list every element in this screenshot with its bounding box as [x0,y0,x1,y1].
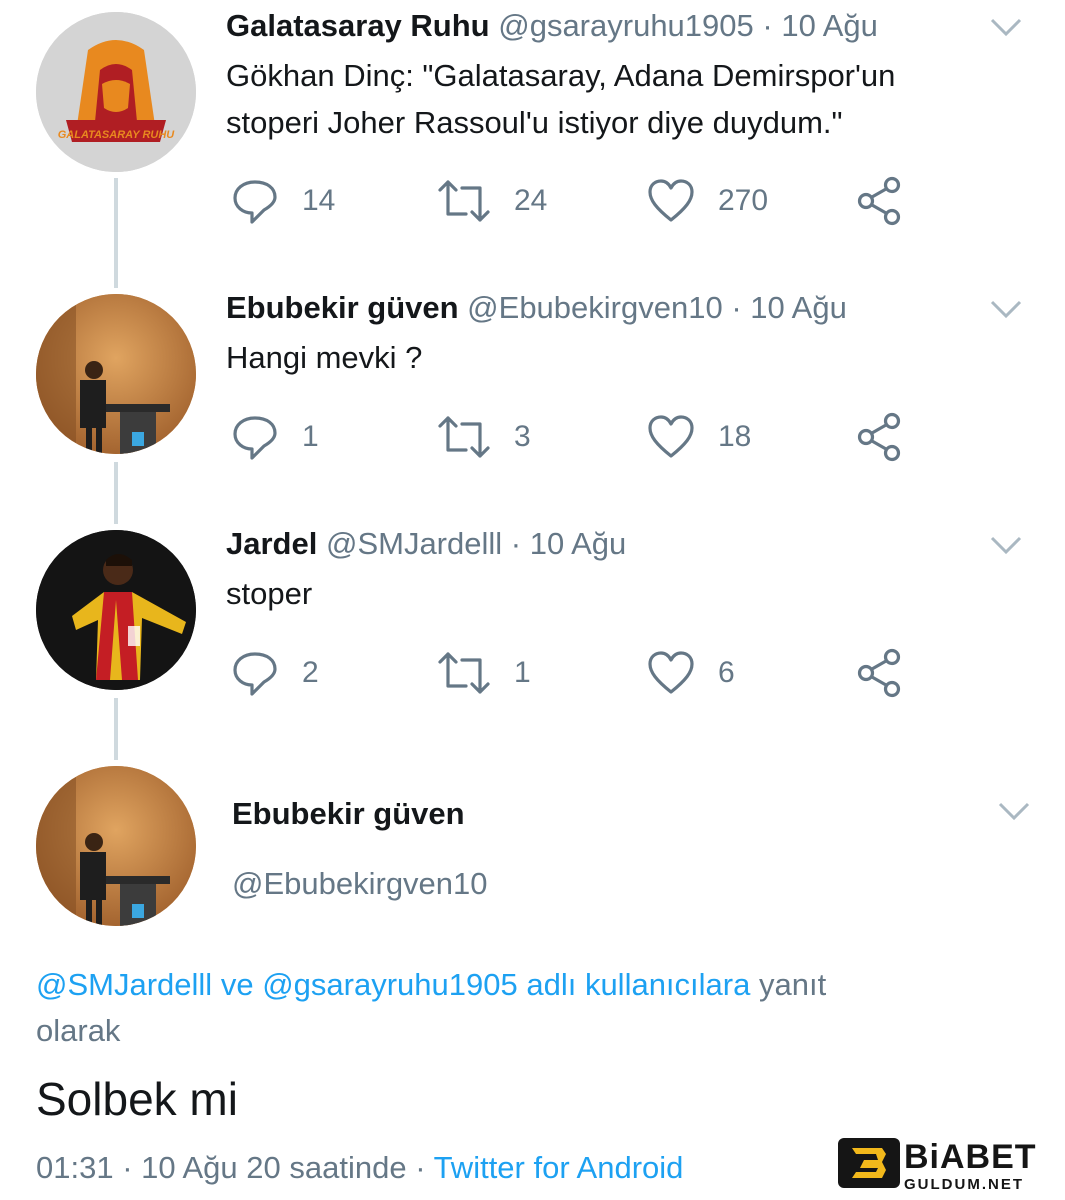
reply-button[interactable]: 1 [230,412,319,462]
reply-context: @SMJardelll ve @gsarayruhu1905 adlı kull… [36,962,1036,1054]
tweet-header: Jardel @SMJardelll · 10 Ağu [226,526,626,562]
tweet-text: stoper [226,570,312,617]
share-icon [857,176,901,226]
retweet-icon [438,180,490,222]
reply-icon [233,180,277,224]
avatar[interactable] [36,294,196,454]
handle[interactable]: @gsarayruhu1905 [498,8,754,43]
tweet-text-line: Hangi mevki ? [226,340,423,375]
timestamp[interactable]: · 10 Ağu [731,290,846,325]
reply-count: 2 [302,656,319,689]
avatar[interactable] [36,530,196,690]
retweet-button[interactable]: 24 [436,176,547,226]
tweet-header: Galatasaray Ruhu @gsarayruhu1905 · 10 Ağ… [226,8,878,44]
player-photo [36,530,196,690]
timestamp[interactable]: · 10 Ağu [762,8,877,43]
like-button[interactable]: 18 [646,412,751,462]
tweet-text-line: Gökhan Dinç: "Galatasaray, Adana Demirsp… [226,58,896,93]
like-button[interactable]: 6 [646,648,735,698]
reply-tail: olarak [36,1013,121,1048]
chevron-down-icon[interactable] [986,294,1026,324]
timestamp[interactable]: · 10 Ağu [511,526,626,561]
tweet-meta: 01:31 · 10 Ağu 20 saatinde · Twitter for… [36,1150,683,1186]
timestamp: 01:31 · 10 Ağu 20 saatinde · [36,1150,426,1185]
speaker-photo [36,766,196,926]
reply-users-link[interactable]: adlı kullanıcılara [526,967,750,1002]
reply-ve: ve [220,967,254,1002]
tweet-text-line: stoperi Joher Rassoul'u istiyor diye duy… [226,105,843,140]
like-count: 270 [718,184,769,217]
retweet-count: 24 [514,184,548,217]
like-button[interactable]: 270 [646,176,768,226]
handle[interactable]: @Ebubekirgven10 [467,290,723,325]
share-button[interactable] [856,648,904,698]
tweet-text-line: stoper [226,576,313,611]
retweet-icon [438,416,490,458]
like-count: 18 [718,420,752,453]
display-name[interactable]: Ebubekir güven [226,290,459,325]
tweet-text: Hangi mevki ? [226,334,422,381]
share-icon [857,648,901,698]
reply-count: 1 [302,420,319,453]
source-link[interactable]: Twitter for Android [434,1150,684,1185]
display-name[interactable]: Jardel [226,526,317,561]
reply-icon [233,652,277,696]
share-icon [857,412,901,462]
share-button[interactable] [856,412,904,462]
watermark: BiABET GULDUM.NET [838,1138,1060,1196]
chevron-down-icon[interactable] [986,12,1026,42]
speaker-photo [36,294,196,454]
tweet-text: Gökhan Dinç: "Galatasaray, Adana Demirsp… [226,52,895,146]
display-name[interactable]: Galatasaray Ruhu [226,8,490,43]
biabet-logo-icon [838,1138,900,1188]
mention-link[interactable]: @SMJardelll [36,967,212,1002]
handle[interactable]: @SMJardelll [326,526,502,561]
retweet-button[interactable]: 1 [436,648,531,698]
mention-link[interactable]: @gsarayruhu1905 [262,967,518,1002]
reply-button[interactable]: 14 [230,176,335,226]
like-count: 6 [718,656,735,689]
tweet-header: Ebubekir güven @Ebubekirgven10 · 10 Ağu [226,290,847,326]
display-name[interactable]: Ebubekir güven [232,796,465,832]
reply-count: 14 [302,184,336,217]
galatasaray-ruhu-logo: GALATASARAY RUHU [36,12,196,172]
heart-icon [648,651,694,694]
handle[interactable]: @Ebubekirgven10 [232,866,488,902]
heart-icon [648,179,694,222]
thread-line [114,178,118,288]
retweet-icon [438,652,490,694]
main-tweet-text: Solbek mi [36,1073,238,1125]
watermark-brand: BiABET [904,1138,1037,1176]
reply-button[interactable]: 2 [230,648,319,698]
reply-tail: yanıt [758,967,827,1002]
avatar-label: GALATASARAY RUHU [58,129,176,141]
avatar[interactable] [36,766,196,926]
reply-icon [233,416,277,460]
chevron-down-icon[interactable] [986,530,1026,560]
chevron-down-icon[interactable] [994,796,1034,826]
heart-icon [648,415,694,458]
thread-line [114,698,118,760]
watermark-sub: GULDUM.NET [904,1176,1024,1193]
retweet-button[interactable]: 3 [436,412,531,462]
retweet-count: 1 [514,656,531,689]
avatar[interactable]: GALATASARAY RUHU [36,12,196,172]
retweet-count: 3 [514,420,531,453]
thread-line [114,462,118,524]
share-button[interactable] [856,176,904,226]
